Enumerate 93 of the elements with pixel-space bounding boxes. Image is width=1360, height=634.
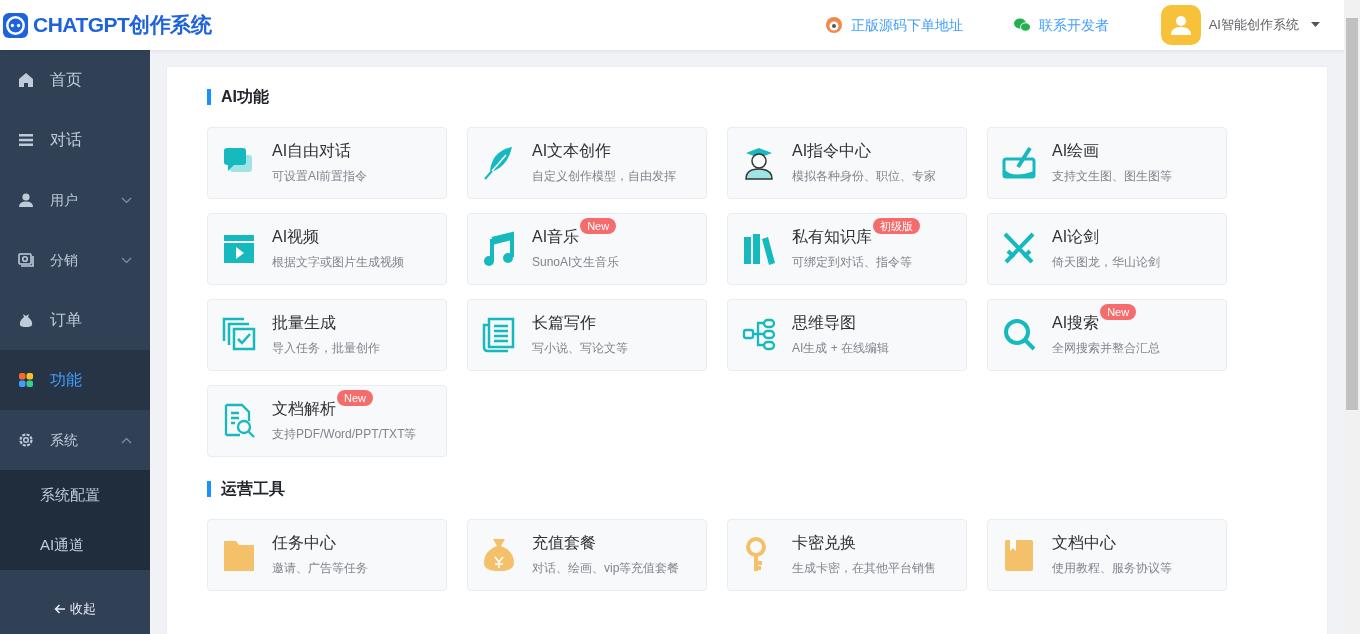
card-description: 邀请、广告等任务 (272, 560, 368, 577)
feature-card[interactable]: 充值套餐 对话、绘画、vip等充值套餐 (467, 519, 707, 591)
feature-card[interactable]: 私有知识库 初级版 可绑定到对话、指令等 (727, 213, 967, 285)
feature-card[interactable]: AI视频 根据文字或图片生成视频 (207, 213, 447, 285)
search-icon (1002, 317, 1036, 353)
new-badge: New (580, 218, 617, 234)
card-title: AI文本创作 (532, 142, 612, 159)
feature-card[interactable]: 文档解析 New 支持PDF/Word/PPT/TXT等 (207, 385, 447, 457)
feature-card[interactable]: AI绘画 支持文生图、图生图等 (987, 127, 1227, 199)
card-description: AI生成 + 在线编辑 (792, 340, 889, 357)
money-bag-icon (482, 537, 516, 573)
caret-down-icon (1311, 22, 1320, 28)
card-title: 批量生成 (272, 314, 336, 331)
feature-card[interactable]: AI自由对话 可设置AI前置指令 (207, 127, 447, 199)
sidebar-item[interactable]: 首页 (0, 50, 150, 110)
graduate-icon (742, 145, 776, 181)
wallet-icon (18, 252, 34, 268)
person-icon (18, 192, 34, 208)
stacked-pages-icon (222, 317, 256, 353)
sidebar-item[interactable]: 分销 (0, 230, 150, 290)
feature-card[interactable]: 文档中心 使用教程、服务协议等 (987, 519, 1227, 591)
card-title: AI论剑 (1052, 228, 1100, 245)
feature-card[interactable]: 批量生成 导入任务，批量创作 (207, 299, 447, 371)
user-name[interactable]: AI智能创作系统 (1208, 15, 1299, 35)
card-description: 导入任务，批量创作 (272, 340, 380, 357)
scrollbar[interactable] (1344, 0, 1360, 634)
logo-text: CHATGPT创作系统 (33, 12, 212, 39)
card-title: AI搜索 (1052, 314, 1100, 331)
card-title: 思维导图 (792, 314, 856, 331)
card-description: 倚天图龙，华山论剑 (1052, 254, 1160, 271)
card-title: 文档中心 (1052, 534, 1116, 551)
user-silhouette-icon (1169, 14, 1192, 36)
feature-card[interactable]: 任务中心 邀请、广告等任务 (207, 519, 447, 591)
feature-card[interactable]: AI音乐 New SunoAI文生音乐 (467, 213, 707, 285)
feature-card[interactable]: 长篇写作 写小说、写论文等 (467, 299, 707, 371)
sidebar-subitem[interactable]: 系统配置 (0, 470, 150, 520)
new-badge: 初级版 (873, 218, 920, 234)
card-description: 使用教程、服务协议等 (1052, 560, 1172, 577)
wechat-icon (1012, 16, 1031, 34)
scrollbar-thumb[interactable] (1346, 18, 1358, 410)
music-note-icon (482, 231, 516, 267)
card-title: 卡密兑换 (792, 534, 856, 551)
card-title: AI自由对话 (272, 142, 352, 159)
feature-card[interactable]: 思维导图 AI生成 + 在线编辑 (727, 299, 967, 371)
card-description: 生成卡密，在其他平台销售 (792, 560, 936, 577)
card-title: 文档解析 (272, 400, 336, 417)
card-description: 可绑定到对话、指令等 (792, 254, 912, 271)
books-icon (742, 231, 776, 267)
sidebar-item[interactable]: 对话 (0, 110, 150, 170)
new-badge: New (337, 390, 373, 406)
card-description: 模拟各种身份、职位、专家 (792, 168, 936, 185)
sidebar-item[interactable]: 系统 (0, 410, 150, 470)
sidebar-item[interactable]: 订单 (0, 290, 150, 350)
gear-icon (18, 432, 34, 448)
section-title: 运营工具 (207, 481, 1287, 497)
paint-brush-icon (1002, 145, 1036, 181)
feature-card[interactable]: AI搜索 New 全网搜索并整合汇总 (987, 299, 1227, 371)
feature-card[interactable]: AI文本创作 自定义创作模型，自由发挥 (467, 127, 707, 199)
feature-card[interactable]: AI指令中心 模拟各种身份、职位、专家 (727, 127, 967, 199)
feature-card[interactable]: AI论剑 倚天图龙，华山论剑 (987, 213, 1227, 285)
card-title: 私有知识库 (792, 228, 872, 245)
document-search-icon (222, 403, 256, 439)
card-title: AI视频 (272, 228, 320, 245)
card-title: 任务中心 (272, 534, 336, 551)
feature-card[interactable]: 卡密兑换 生成卡密，在其他平台销售 (727, 519, 967, 591)
card-description: SunoAI文生音乐 (532, 254, 620, 271)
mind-map-icon (742, 317, 776, 353)
avatar[interactable] (1160, 5, 1201, 45)
card-description: 全网搜索并整合汇总 (1052, 340, 1160, 357)
sidebar-item[interactable]: 用户 (0, 170, 150, 230)
card-description: 可设置AI前置指令 (272, 168, 368, 185)
card-title: AI音乐 (532, 228, 580, 245)
card-title: 长篇写作 (532, 314, 596, 331)
list-icon (18, 132, 34, 148)
card-title: AI绘画 (1052, 142, 1100, 159)
card-description: 支持文生图、图生图等 (1052, 168, 1172, 185)
card-description: 自定义创作模型，自由发挥 (532, 168, 676, 185)
card-title: 充值套餐 (532, 534, 596, 551)
card-description: 对话、绘画、vip等充值套餐 (532, 560, 680, 577)
card-description: 写小说、写论文等 (532, 340, 628, 357)
new-badge: New (1100, 304, 1137, 320)
sidebar-item[interactable]: 功能 (0, 350, 150, 410)
arrow-left-icon (54, 604, 66, 614)
book-icon (1002, 537, 1036, 573)
sidebar-subitem[interactable]: AI通道 (0, 520, 150, 570)
home-icon (18, 72, 34, 88)
section-title: AI功能 (207, 89, 1287, 105)
apps-icon (18, 372, 34, 388)
money-bag-icon (18, 312, 34, 328)
scroll-icon (482, 317, 516, 353)
card-description: 根据文字或图片生成视频 (272, 254, 404, 271)
card-title: AI指令中心 (792, 142, 872, 159)
card-description: 支持PDF/Word/PPT/TXT等 (272, 426, 417, 443)
